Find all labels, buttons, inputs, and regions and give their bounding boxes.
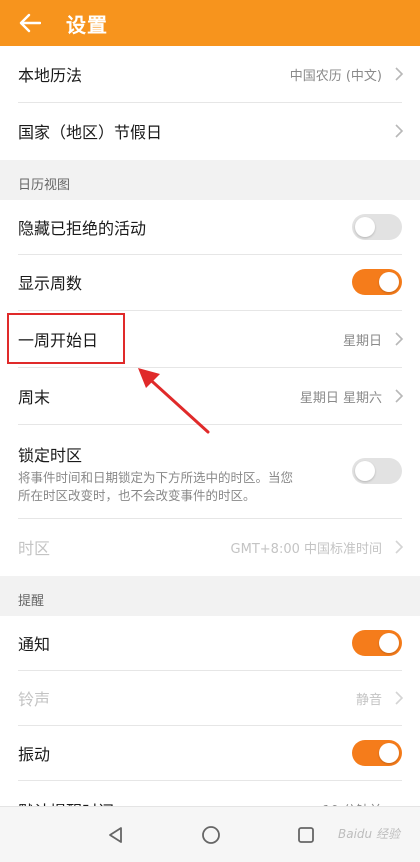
row-notification: 通知 [0, 616, 420, 670]
show-week-number-label: 显示周数 [18, 274, 83, 293]
hide-declined-toggle[interactable] [352, 214, 402, 240]
weekend-label: 周末 [18, 388, 51, 407]
app-bar: 设置 [0, 0, 420, 46]
page-title: 设置 [66, 12, 108, 37]
ringtone-value: 静音 [355, 692, 382, 708]
hide-declined-label: 隐藏已拒绝的活动 [18, 219, 147, 238]
weekend-value: 星期日 星期六 [299, 390, 382, 406]
notification-label: 通知 [18, 635, 51, 654]
triangle-back-icon [109, 827, 122, 843]
toggle-knob [379, 633, 399, 653]
row-hide-declined: 隐藏已拒绝的活动 [0, 200, 420, 254]
circle-home-icon [202, 826, 220, 844]
row-show-week-number: 显示周数 [0, 255, 420, 309]
vibrate-toggle[interactable] [352, 740, 402, 766]
toggle-knob [355, 461, 375, 481]
annotation-arrow-icon [138, 368, 210, 434]
row-timezone: 时区 GMT+8:00 中国标准时间 [0, 519, 420, 575]
notification-toggle[interactable] [352, 630, 402, 656]
row-lock-timezone: 锁定时区 将事件时间和日期锁定为下方所选中的时区。当您 所在时区改变时，也不会改… [0, 425, 420, 517]
nav-home-button[interactable] [197, 821, 225, 849]
chevron-right-icon [395, 332, 404, 346]
toggle-knob [379, 272, 399, 292]
lock-timezone-description-line1: 将事件时间和日期锁定为下方所选中的时区。当您 [18, 470, 294, 485]
arrow-left-icon [19, 13, 41, 33]
toggle-knob [379, 743, 399, 763]
nav-back-button[interactable] [102, 821, 130, 849]
section-reminders: 提醒 [0, 576, 420, 616]
toggle-knob [355, 217, 375, 237]
row-ringtone: 铃声 静音 [0, 671, 420, 725]
holidays-label: 国家（地区）节假日 [18, 123, 163, 142]
system-nav-bar: Baidu 经验 [0, 806, 420, 862]
chevron-right-icon [395, 67, 404, 81]
vibrate-label: 振动 [18, 745, 51, 764]
show-week-number-toggle[interactable] [352, 269, 402, 295]
week-start-value: 星期日 [342, 333, 382, 349]
nav-recents-button[interactable] [292, 821, 320, 849]
baidu-watermark: Baidu 经验 [338, 827, 400, 841]
timezone-value: GMT+8:00 中国标准时间 [230, 541, 382, 557]
row-holidays[interactable]: 国家（地区）节假日 [0, 103, 420, 159]
lock-timezone-label: 锁定时区 [18, 446, 83, 465]
section-reminders-label: 提醒 [18, 594, 45, 609]
chevron-right-icon [395, 540, 404, 554]
chevron-right-icon [395, 389, 404, 403]
square-recents-icon [298, 827, 314, 843]
local-calendar-value: 中国农历 (中文) [289, 68, 382, 84]
chevron-right-icon [395, 691, 404, 705]
lock-timezone-description-line2: 所在时区改变时，也不会改变事件的时区。 [18, 488, 256, 503]
lock-timezone-toggle[interactable] [352, 458, 402, 484]
row-local-calendar[interactable]: 本地历法 中国农历 (中文) [0, 46, 420, 102]
back-button[interactable] [0, 0, 60, 46]
section-calendar-view: 日历视图 [0, 160, 420, 200]
annotation-highlight-box [7, 313, 125, 364]
timezone-label: 时区 [18, 539, 51, 558]
local-calendar-label: 本地历法 [18, 66, 83, 85]
ringtone-label: 铃声 [18, 690, 51, 709]
section-calendar-view-label: 日历视图 [18, 178, 71, 193]
row-vibrate: 振动 [0, 726, 420, 780]
chevron-right-icon [395, 124, 404, 138]
